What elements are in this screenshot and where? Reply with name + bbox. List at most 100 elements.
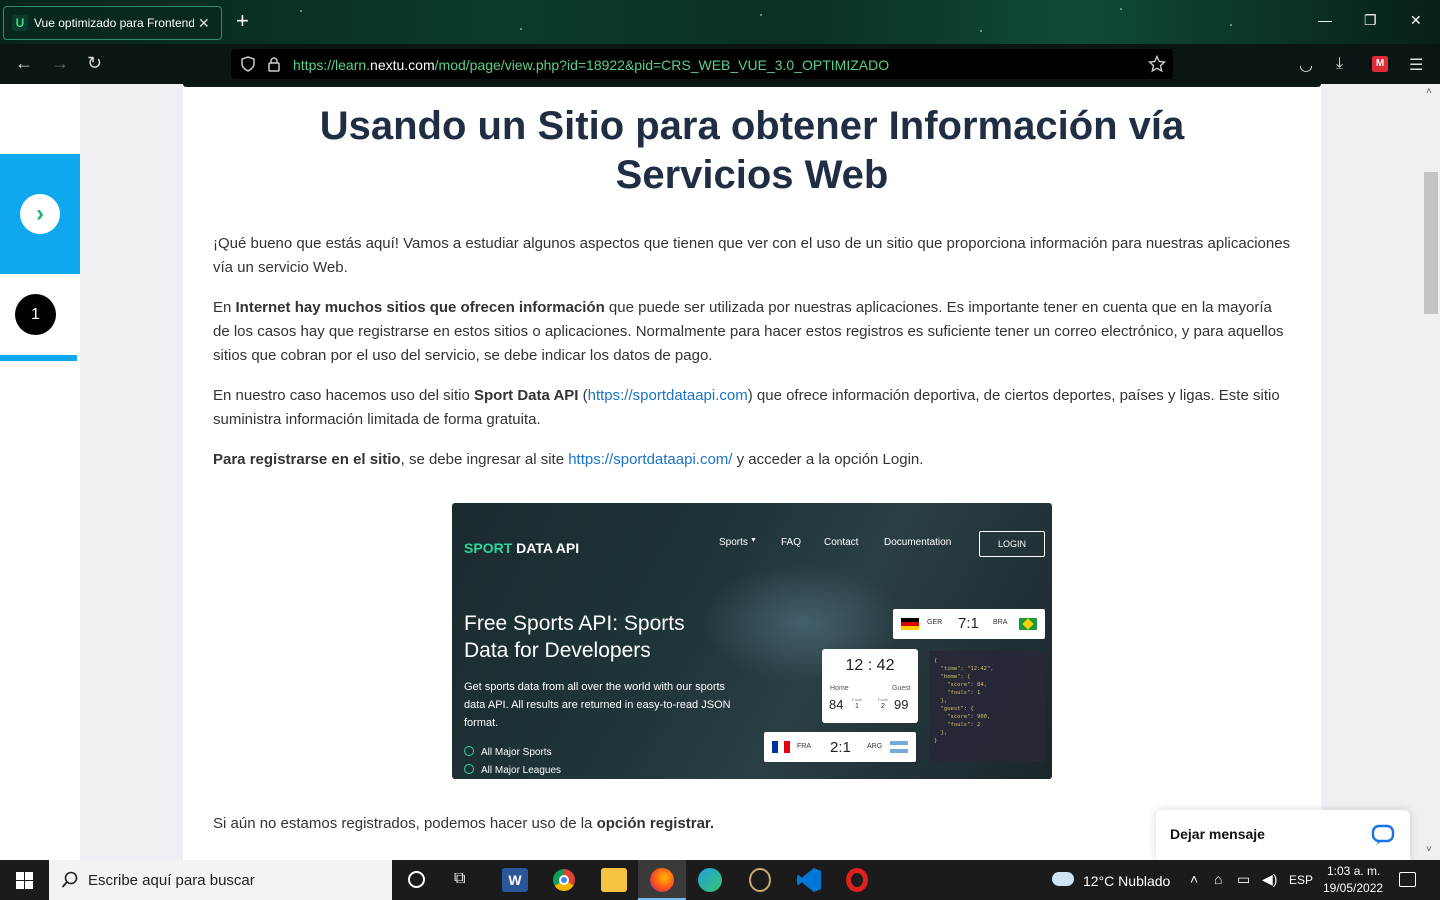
guest-fouls: 2 [881,703,885,710]
firefox-icon-active[interactable] [638,860,686,900]
fouls-label: Fouls [852,697,862,702]
chat-label: Dejar mensaje [1170,826,1265,842]
edge-icon[interactable] [698,868,722,892]
sda-headline: Free Sports API: Sports Data for Develop… [464,612,685,662]
browser-navbar: ← → ↻ https://learn.nextu.com/mod/page/v… [0,44,1440,84]
weather-text[interactable]: 12°C Nublado [1083,873,1170,889]
sda-login-button: LOGIN [979,531,1045,557]
forward-arrow-icon[interactable]: → [51,53,69,74]
sda-nav-contact: Contact [824,537,859,548]
extension-icon[interactable]: M [1372,56,1388,72]
chrome-icon[interactable] [553,869,575,891]
sda-feature-1: All Major Sports [481,747,552,758]
team-code: GER [927,619,943,626]
tab-close-icon[interactable]: ✕ [198,15,210,32]
back-arrow-icon[interactable]: ← [15,53,33,74]
home-label: Home [830,685,849,692]
team-code: ARG [867,743,883,750]
shield-icon [241,56,255,72]
sportdataapi-screenshot: SPORT DATA API Sports ▼ FAQ Contact Docu… [452,503,1052,779]
minimize-icon[interactable]: — [1318,12,1332,28]
lol-client-icon[interactable] [749,868,771,892]
bookmark-star-icon[interactable] [1148,55,1166,73]
chat-widget[interactable]: Dejar mensaje [1156,810,1410,860]
menu-hamburger-icon[interactable]: ☰ [1409,55,1423,75]
weather-cloud-icon[interactable] [1052,872,1074,886]
guest-score: 99 [894,697,909,712]
pocket-icon[interactable]: ◡ [1299,55,1313,75]
language-indicator[interactable]: ESP [1289,873,1313,887]
score-value: 2:1 [830,739,851,756]
new-tab-plus-icon[interactable]: + [236,10,249,32]
chevron-right-icon: › [20,194,60,234]
windows-start-icon[interactable] [16,872,33,889]
flag-france-icon [772,741,790,753]
scroll-up-icon[interactable]: ˄ [1426,86,1432,97]
vscode-icon[interactable] [797,868,821,892]
scroll-down-icon[interactable]: ˅ [1426,844,1432,855]
check-circle-icon [464,746,474,756]
lock-icon [268,57,280,72]
word-icon[interactable]: W [502,868,528,892]
scoreboard-card: 12 : 42 Home Guest 84 Fouls 1 Fouls 2 99 [822,649,918,723]
sda-feature-2: All Major Leagues [481,765,562,776]
article-card: Usando un Sitio para obtener Información… [183,84,1321,860]
taskbar-search-box[interactable]: Escribe aquí para buscar [49,860,392,900]
flag-brazil-icon [1019,618,1037,630]
home-fouls: 1 [855,703,859,710]
task-view-icon[interactable]: ⧉ [454,870,465,888]
progress-underline [0,355,77,361]
url-text: https://learn.nextu.com/mod/page/view.ph… [293,57,890,73]
home-score: 84 [829,697,844,712]
card-top-border [183,84,1321,87]
sportdataapi-site-link[interactable]: https://sportdataapi.com/ [568,451,732,468]
team-code: FRA [797,743,811,750]
chat-bubble-icon [1371,824,1395,845]
browser-titlebar: U Vue optimizado para Frontend ✕ + — ❐ ✕ [0,0,1440,44]
reload-icon[interactable]: ↻ [87,53,102,74]
check-circle-icon [464,764,474,774]
score-card-ger-bra: GER 7:1 BRA [893,609,1045,639]
volume-icon[interactable]: ◀) [1262,871,1277,888]
url-bar[interactable]: https://learn.nextu.com/mod/page/view.ph… [231,49,1173,79]
tray-app-icon[interactable]: ⌂ [1214,871,1222,887]
sportdataapi-link[interactable]: https://sportdataapi.com [588,387,748,404]
tray-chevron-icon[interactable]: ˄ [1190,871,1198,887]
network-icon[interactable]: ▭ [1237,871,1250,888]
sda-nav-documentation: Documentation [884,537,952,548]
tab-title: Vue optimizado para Frontend [34,16,194,30]
clock-value: 12 : 42 [845,657,895,674]
clock-date[interactable]: 19/05/2022 [1323,881,1383,895]
browser-tab[interactable]: U Vue optimizado para Frontend ✕ [3,6,222,40]
register-paragraph: Para registrarse en el sitio, se debe in… [213,451,924,468]
search-placeholder: Escribe aquí para buscar [88,872,255,889]
flag-germany-icon [901,618,919,630]
download-icon[interactable]: ⤓ [1336,55,1343,73]
scrollbar-thumb[interactable] [1424,172,1438,314]
close-window-icon[interactable]: ✕ [1410,12,1422,29]
course-sidebar: › 1 [0,84,80,860]
json-code-panel: { "time": "12:42", "home": { "score": 84… [929,651,1045,761]
page-content: › 1 Usando un Sitio para obtener Informa… [0,84,1440,860]
notification-icon[interactable] [1399,872,1416,887]
internet-paragraph: En Internet hay muchos sitios que ofrece… [213,299,1284,364]
json-code: { "time": "12:42", "home": { "score": 84… [934,658,994,744]
windows-taskbar: Escribe aquí para buscar ⧉ W 12°C Nublad… [0,860,1440,900]
search-icon [61,871,78,888]
opera-icon[interactable] [846,868,868,892]
file-explorer-icon[interactable] [601,868,627,892]
fouls-label: Fouls [878,697,888,702]
clock-time[interactable]: 1:03 a. m. [1327,864,1380,878]
restore-icon[interactable]: ❐ [1364,12,1377,29]
flag-argentina-icon [890,741,908,753]
sda-caret-icon: ▼ [750,537,757,544]
sda-nav-sports: Sports [719,537,748,548]
cortana-icon[interactable] [408,871,425,888]
tab-favicon-icon: U [12,15,28,31]
sda-logo: SPORT DATA API [464,540,580,556]
step-number-badge[interactable]: 1 [15,294,56,335]
score-card-fra-arg: FRA 2:1 ARG [764,732,916,762]
score-value: 7:1 [958,615,979,632]
sidebar-toggle[interactable]: › [0,154,80,274]
guest-label: Guest [892,685,911,692]
